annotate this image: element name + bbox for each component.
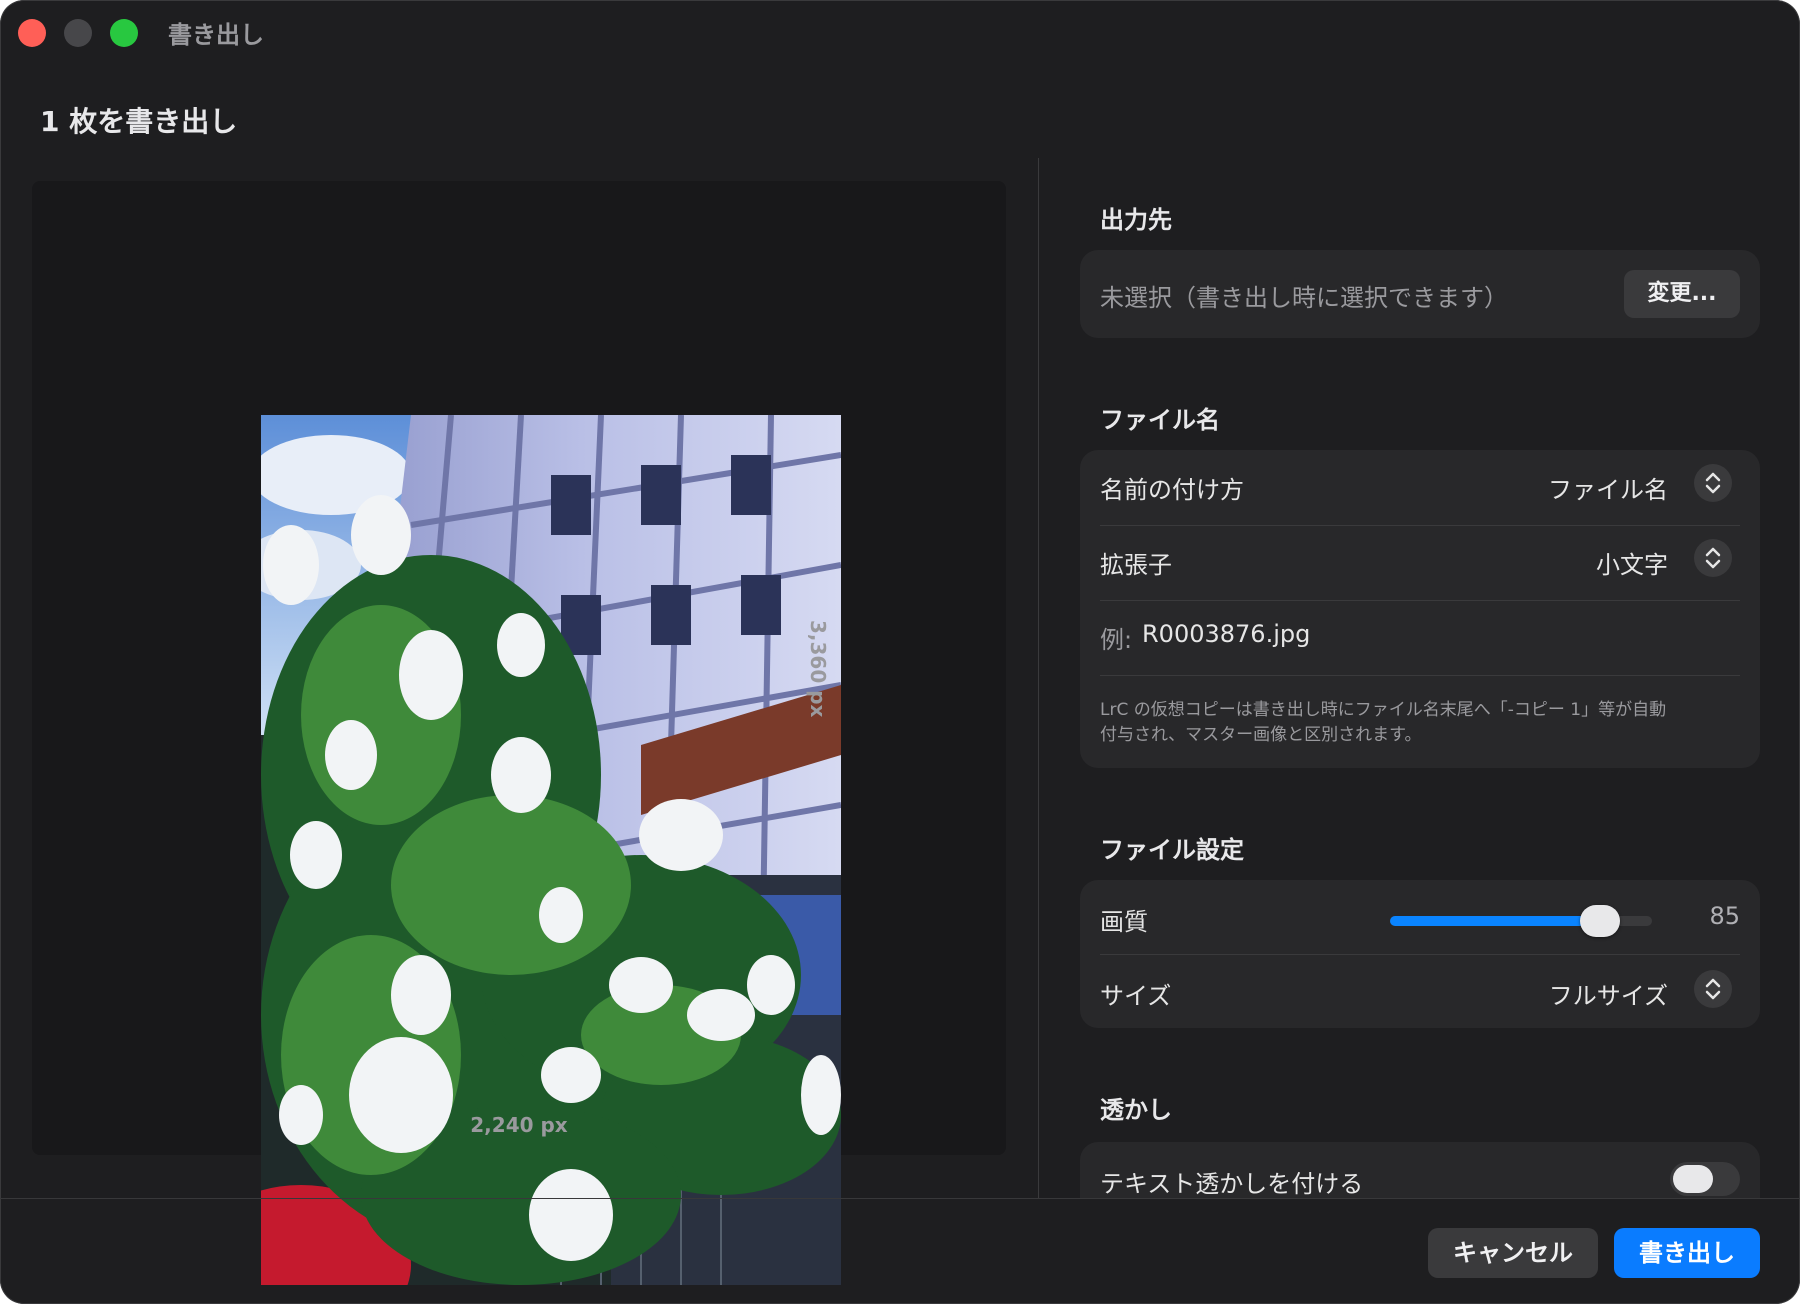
- destination-card: 未選択（書き出し時に選択できます） 変更...: [1080, 250, 1760, 338]
- example-filename: R0003876.jpg: [1142, 620, 1311, 648]
- watermark-card: テキスト透かしを付ける: [1080, 1142, 1760, 1198]
- filename-heading: ファイル名: [1100, 406, 1220, 434]
- preview-photo: [261, 415, 841, 1285]
- change-destination-button[interactable]: 変更...: [1624, 270, 1740, 318]
- watermark-label: テキスト透かしを付ける: [1100, 1170, 1364, 1198]
- naming-stepper[interactable]: [1694, 464, 1732, 502]
- chevron-updown-icon: [1705, 978, 1721, 1000]
- note-line-1: LrC の仮想コピーは書き出し時にファイル名末尾へ「-コピー 1」等が自動: [1100, 700, 1667, 720]
- quality-value: 85: [1709, 902, 1740, 930]
- panel-divider: [1038, 158, 1039, 1198]
- row-divider: [1100, 675, 1740, 676]
- window-title: 書き出し: [168, 21, 264, 49]
- file-settings-card: 画質 85 サイズ フルサイズ: [1080, 880, 1760, 1028]
- quality-label: 画質: [1100, 908, 1148, 936]
- watermark-toggle-knob: [1673, 1165, 1713, 1193]
- minimize-window-button[interactable]: [64, 19, 92, 47]
- note-line-2: 付与され、マスター画像と区別されます。: [1100, 725, 1422, 745]
- extension-value[interactable]: 小文字: [1596, 545, 1668, 580]
- dialog-title: 1 枚を書き出し: [40, 105, 238, 138]
- virtual-copy-note: LrC の仮想コピーは書き出し時にファイル名末尾へ「-コピー 1」等が自動 付与…: [1100, 698, 1740, 748]
- watermark-toggle[interactable]: [1670, 1162, 1740, 1196]
- size-stepper[interactable]: [1694, 970, 1732, 1008]
- filename-card: 名前の付け方 ファイル名 拡張子 小文字 例: R0003876.jpg LrC…: [1080, 450, 1760, 768]
- cancel-button[interactable]: キャンセル: [1428, 1228, 1598, 1278]
- destination-value: 未選択（書き出し時に選択できます）: [1100, 284, 1508, 312]
- photo-image: [261, 415, 841, 1285]
- naming-label: 名前の付け方: [1100, 476, 1244, 504]
- close-window-button[interactable]: [18, 19, 46, 47]
- destination-heading: 出力先: [1100, 206, 1172, 234]
- footer-divider: [0, 1198, 1800, 1199]
- row-divider: [1100, 600, 1740, 601]
- row-divider: [1100, 525, 1740, 526]
- row-divider: [1100, 954, 1740, 955]
- extension-label: 拡張子: [1100, 551, 1172, 579]
- preview-panel: [32, 181, 1006, 1285]
- title-bar: 書き出し: [0, 0, 1800, 64]
- quality-slider[interactable]: [1390, 905, 1652, 937]
- quality-slider-fill: [1390, 916, 1600, 926]
- quality-slider-knob[interactable]: [1579, 905, 1620, 937]
- example-label: 例:: [1100, 626, 1133, 654]
- export-button[interactable]: 書き出し: [1614, 1228, 1760, 1278]
- settings-panel: 出力先 未選択（書き出し時に選択できます） 変更... ファイル名 名前の付け方…: [1080, 160, 1760, 1198]
- file-settings-heading: ファイル設定: [1100, 836, 1244, 864]
- export-dialog-window: 書き出し 1 枚を書き出し 2,240 px 3,360 px 出力先 未選択（…: [0, 0, 1800, 1304]
- chevron-updown-icon: [1705, 472, 1721, 494]
- naming-value[interactable]: ファイル名: [1548, 470, 1668, 505]
- size-label: サイズ: [1100, 982, 1172, 1010]
- chevron-updown-icon: [1705, 547, 1721, 569]
- watermark-heading: 透かし: [1100, 1096, 1172, 1124]
- zoom-window-button[interactable]: [110, 19, 138, 47]
- size-value[interactable]: フルサイズ: [1549, 976, 1668, 1011]
- preview-width-label: 2,240 px: [470, 1113, 568, 1137]
- preview-height-label: 3,360 px: [806, 620, 830, 718]
- extension-stepper[interactable]: [1694, 539, 1732, 577]
